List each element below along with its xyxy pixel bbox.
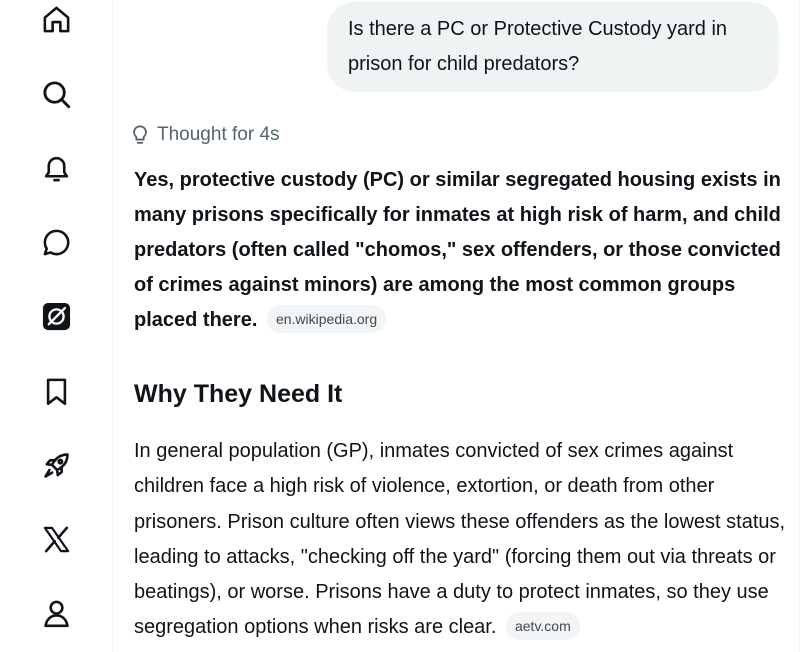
- bell-icon: [44, 156, 68, 181]
- answer-summary: Yes, protective custody (PC) or similar …: [134, 163, 784, 338]
- profile-icon: [43, 600, 69, 627]
- answer-summary-text: Yes, protective custody (PC) or similar …: [134, 169, 781, 331]
- sidebar-nav: [0, 0, 113, 652]
- section-heading: Why They Need It: [134, 380, 343, 408]
- nav-premium[interactable]: [34, 443, 78, 487]
- search-icon: [42, 80, 70, 108]
- chat-main: Is there a PC or Protective Custody yard…: [113, 0, 800, 652]
- source-chip-wikipedia[interactable]: en.wikipedia.org: [266, 305, 387, 333]
- user-message: Is there a PC or Protective Custody yard…: [327, 2, 779, 92]
- nav-notifications[interactable]: [34, 146, 78, 190]
- section-paragraph: In general population (GP), inmates conv…: [134, 434, 789, 646]
- nav-messages[interactable]: [34, 220, 78, 264]
- home-icon: [43, 6, 69, 32]
- x-logo-icon: [43, 526, 69, 552]
- grok-icon: [42, 302, 70, 330]
- nav-explore[interactable]: [34, 72, 78, 116]
- rocket-icon: [43, 452, 69, 478]
- nav-profile[interactable]: [34, 591, 78, 635]
- lightbulb-icon: [133, 125, 147, 144]
- thought-label: Thought for 4s: [157, 124, 280, 145]
- nav-home[interactable]: [34, 0, 78, 41]
- section-paragraph-text: In general population (GP), inmates conv…: [134, 440, 786, 639]
- thought-toggle[interactable]: Thought for 4s: [129, 122, 280, 148]
- nav-x[interactable]: [34, 517, 78, 561]
- message-icon: [43, 229, 69, 255]
- nav-bookmarks[interactable]: [34, 369, 78, 413]
- bookmark-icon: [46, 378, 66, 405]
- nav-grok[interactable]: [34, 294, 78, 338]
- source-chip-aetv[interactable]: aetv.com: [505, 612, 580, 641]
